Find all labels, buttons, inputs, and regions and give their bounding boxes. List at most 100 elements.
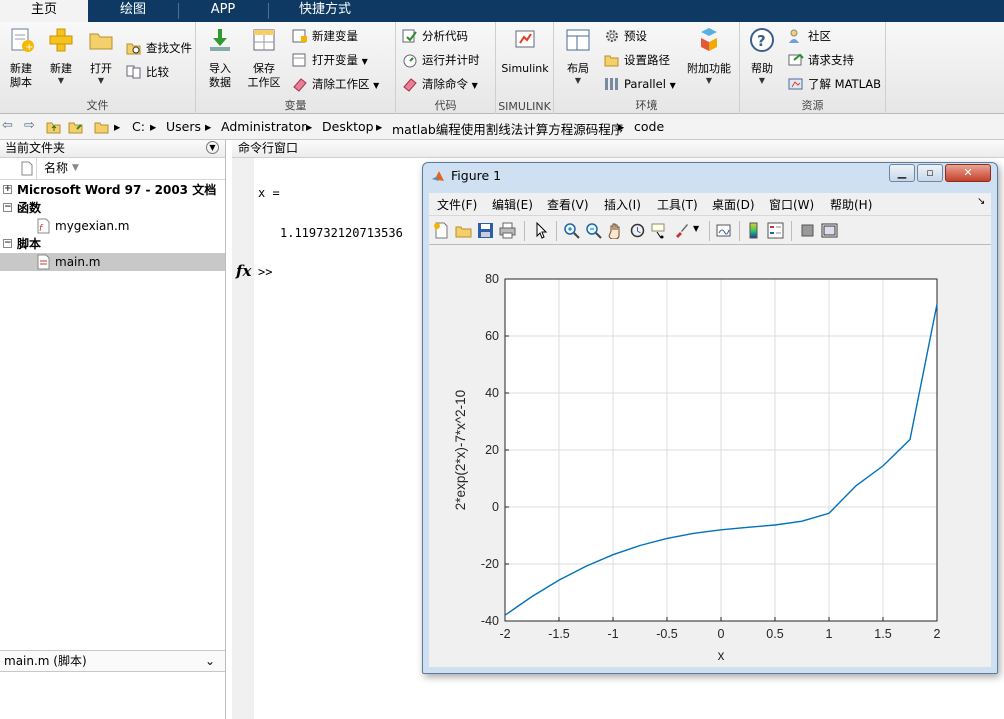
save-workspace-button[interactable]: 保存 工作区	[244, 26, 284, 90]
new-figure-icon[interactable]	[433, 222, 450, 239]
y-tick-label: -20	[481, 557, 499, 571]
toolbar-divider	[791, 221, 792, 241]
function-browser-icon[interactable]: fx	[236, 262, 251, 280]
details-panel-header[interactable]: main.m (脚本) ⌄	[0, 650, 225, 672]
figure-window[interactable]: Figure 1 ▁ ▫ ✕ 文件(F) 编辑(E) 查看(V) 插入(I) 工…	[422, 162, 998, 674]
expand-icon[interactable]: +	[3, 185, 12, 194]
close-button[interactable]: ✕	[945, 164, 991, 182]
name-column-header[interactable]: 名称 ▼	[0, 158, 225, 180]
breadcrumb-code[interactable]: code	[634, 119, 664, 134]
collapse-icon[interactable]: −	[3, 203, 12, 212]
breadcrumb-drive[interactable]: C:	[132, 119, 145, 134]
run-and-time-button[interactable]: 运行并计时	[402, 50, 480, 70]
figure-toolbar: ▼	[429, 215, 991, 245]
menu-file[interactable]: 文件(F)	[437, 196, 477, 213]
eraser-icon	[293, 78, 307, 92]
back-icon[interactable]: ⇦	[2, 118, 13, 133]
ribbon-tabbar: 主页 绘图 APP 快捷方式	[0, 0, 1004, 22]
save-icon[interactable]	[477, 222, 494, 239]
figure-title-bar[interactable]: Figure 1 ▁ ▫ ✕	[423, 163, 997, 189]
breadcrumb-desktop[interactable]: Desktop	[322, 119, 374, 134]
parallel-button[interactable]: Parallel ▼	[604, 74, 676, 94]
link-plot-icon[interactable]	[715, 222, 732, 239]
pan-icon[interactable]	[607, 222, 624, 239]
tree-file-mygexian[interactable]: f mygexian.m	[0, 217, 225, 235]
command-window-gutter	[232, 158, 254, 719]
tree-group-scripts[interactable]: − 脚本	[0, 235, 225, 253]
pointer-icon[interactable]	[533, 222, 550, 239]
import-data-button[interactable]: 导入 数据	[202, 26, 238, 90]
command-prompt[interactable]: >>	[258, 265, 272, 279]
open-file-icon[interactable]	[455, 222, 472, 239]
compare-icon	[126, 65, 141, 79]
chevron-down-icon[interactable]: ⌄	[205, 651, 215, 672]
menu-window[interactable]: 窗口(W)	[769, 196, 814, 213]
clear-workspace-button[interactable]: 清除工作区 ▼	[292, 74, 379, 94]
compare-button[interactable]: 比较	[126, 62, 169, 82]
help-icon: ?	[750, 28, 774, 52]
layout-button[interactable]: 布局 ▼	[560, 26, 596, 86]
breadcrumb-project-folder[interactable]: matlab编程使用割线法计算方程源码程序	[392, 119, 623, 138]
chevron-down-icon[interactable]: ▼	[693, 224, 699, 233]
brush-icon[interactable]	[673, 222, 690, 239]
minimize-button[interactable]: ▁	[889, 164, 915, 182]
learn-matlab-button[interactable]: 了解 MATLAB	[788, 74, 881, 94]
request-support-button[interactable]: 请求支持	[788, 50, 854, 70]
collapse-icon[interactable]: −	[3, 239, 12, 248]
panel-menu-icon[interactable]: ▼	[206, 141, 219, 154]
tree-group-functions[interactable]: − 函数	[0, 199, 225, 217]
community-button[interactable]: 社区	[788, 26, 831, 46]
legend-icon[interactable]	[767, 222, 784, 239]
data-cursor-icon[interactable]	[651, 222, 668, 239]
menu-edit[interactable]: 编辑(E)	[492, 196, 533, 213]
hide-plot-tools-icon[interactable]	[799, 222, 816, 239]
menu-insert[interactable]: 插入(I)	[604, 196, 641, 213]
breadcrumb-users[interactable]: Users	[166, 119, 201, 134]
simulink-button[interactable]: Simulink	[500, 26, 550, 76]
sort-down-icon: ▼	[72, 163, 79, 173]
menu-tools[interactable]: 工具(T)	[657, 196, 698, 213]
show-plot-tools-icon[interactable]	[821, 222, 838, 239]
new-button[interactable]: 新建 ▼	[44, 26, 78, 86]
clear-commands-button[interactable]: 清除命令 ▼	[402, 74, 478, 94]
x-tick-label: -0.5	[656, 627, 678, 641]
script-file-icon	[37, 254, 50, 270]
zoom-in-icon[interactable]	[563, 222, 580, 239]
up-folder-icon[interactable]	[46, 119, 62, 135]
analyze-code-button[interactable]: 分析代码	[402, 26, 468, 46]
addons-button[interactable]: 附加功能 ▼	[684, 26, 734, 86]
open-button[interactable]: 打开 ▼	[84, 26, 118, 86]
figure-menubar: 文件(F) 编辑(E) 查看(V) 插入(I) 工具(T) 桌面(D) 窗口(W…	[429, 193, 991, 215]
line-chart[interactable]: -2 -1.5 -1 -0.5 0 0.5 1 1.5 2 -40 -20 0 20 40 60 80 x 2*e…	[429, 245, 991, 667]
preferences-button[interactable]: 预设	[604, 26, 647, 46]
colorbar-icon[interactable]	[745, 222, 762, 239]
forward-icon[interactable]: ⇨	[24, 118, 35, 133]
tab-shortcuts[interactable]: 快捷方式	[268, 0, 382, 22]
set-path-icon	[604, 55, 619, 67]
menu-help[interactable]: 帮助(H)	[830, 196, 872, 213]
tree-file-main[interactable]: main.m	[0, 253, 225, 271]
new-variable-button[interactable]: 新建变量	[292, 26, 358, 46]
new-script-button[interactable]: + 新建 脚本	[4, 26, 38, 90]
tab-home[interactable]: 主页	[0, 0, 88, 22]
find-files-button[interactable]: 查找文件	[126, 38, 192, 58]
menu-view[interactable]: 查看(V)	[547, 196, 589, 213]
breadcrumb-separator: ▸	[306, 119, 313, 134]
addons-icon	[701, 28, 717, 51]
tab-plots[interactable]: 绘图	[88, 0, 178, 22]
figure-canvas[interactable]: -2 -1.5 -1 -0.5 0 0.5 1 1.5 2 -40 -20 0 20 40 60 80 x 2*e…	[429, 245, 991, 667]
help-button[interactable]: ? 帮助 ▼	[744, 26, 780, 86]
set-path-button[interactable]: 设置路径	[604, 50, 670, 70]
open-variable-button[interactable]: 打开变量 ▼	[292, 50, 368, 70]
breadcrumb-separator: ▸	[150, 119, 157, 134]
maximize-button[interactable]: ▫	[917, 164, 943, 182]
dock-figure-icon[interactable]: ↘	[977, 196, 985, 207]
zoom-out-icon[interactable]	[585, 222, 602, 239]
breadcrumb-administrator[interactable]: Administrator	[221, 119, 306, 134]
browse-folder-icon[interactable]	[68, 119, 84, 135]
print-icon[interactable]	[499, 222, 516, 239]
menu-desktop[interactable]: 桌面(D)	[712, 196, 755, 213]
tab-apps[interactable]: APP	[178, 0, 268, 22]
rotate-icon[interactable]	[629, 222, 646, 239]
tree-group-word-docs[interactable]: + Microsoft Word 97 - 2003 文档	[0, 181, 225, 199]
